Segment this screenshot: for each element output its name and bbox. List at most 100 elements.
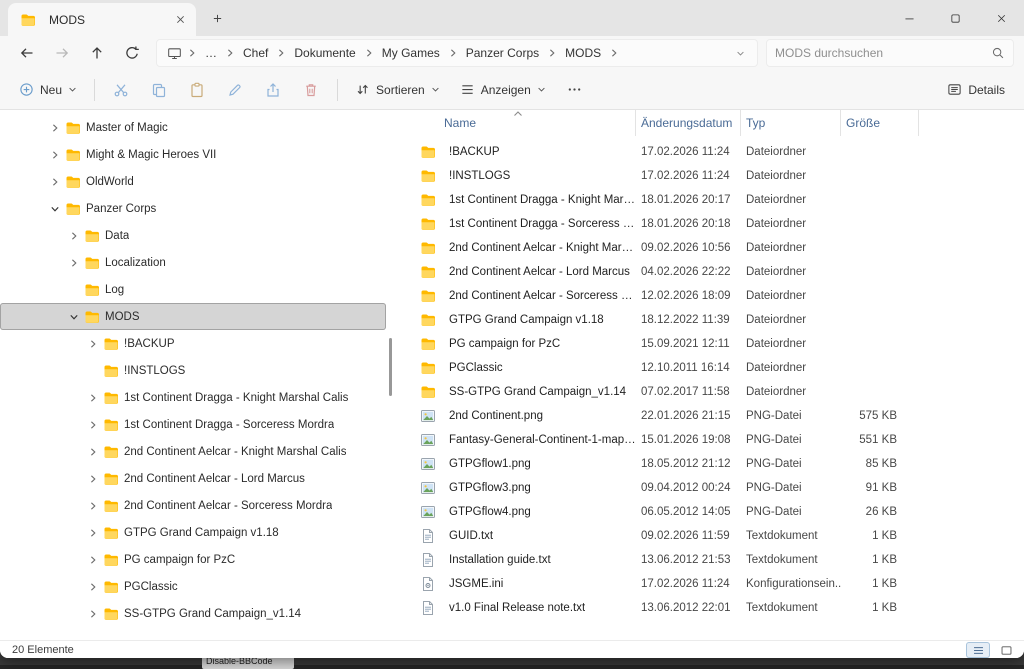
chevron-right-icon[interactable] [50,150,61,160]
copy-button[interactable] [141,75,177,105]
breadcrumb[interactable]: … Chef Dokumente My Games Panzer Corps MODS [156,39,758,67]
column-header-type[interactable]: Typ [741,110,841,136]
sidebar-item-1st-continent-dragga-knight-marshal-calis[interactable]: 1st Continent Dragga - Knight Marshal Ca… [0,384,386,411]
sidebar-item-localization[interactable]: Localization [0,249,386,276]
chevron-right-icon[interactable] [88,582,99,592]
column-header-size[interactable]: Größe [841,110,919,136]
sidebar-item-might-magic-heroes-vii[interactable]: Might & Magic Heroes VII [0,141,386,168]
minimize-button[interactable] [886,0,932,36]
rename-button[interactable] [217,75,253,105]
tab-close-icon[interactable] [170,10,190,30]
sidebar-item-pgclassic[interactable]: PGClassic [0,573,386,600]
new-button[interactable]: Neu [10,75,86,105]
file-row-gtpgflow4-png[interactable]: GTPGflow4.png 06.05.2012 14:05 PNG-Datei 26… [400,500,1024,524]
file-row-installation-guide-txt[interactable]: Installation guide.txt 13.06.2012 21:53 Te… [400,548,1024,572]
chevron-right-icon[interactable] [88,474,99,484]
sidebar-item-gtpg-grand-campaign-v1-18[interactable]: GTPG Grand Campaign v1.18 [0,519,386,546]
sidebar-item-backup[interactable]: !BACKUP [0,330,386,357]
sidebar-item-ss-gtpg-grand-campaign-v1-14[interactable]: SS-GTPG Grand Campaign_v1.14 [0,600,386,627]
new-tab-button[interactable] [204,5,230,31]
sidebar-item-log[interactable]: Log [0,276,386,303]
breadcrumb-chevron-icon[interactable] [546,48,558,58]
file-row-2nd-continent-png[interactable]: 2nd Continent.png 22.01.2026 21:15 PNG-Dat… [400,404,1024,428]
delete-button[interactable] [293,75,329,105]
breadcrumb-chevron-icon[interactable] [186,48,198,58]
paste-button[interactable] [179,75,215,105]
file-row-backup[interactable]: !BACKUP 17.02.2026 11:24 Dateiordner [400,140,1024,164]
forward-button[interactable] [45,39,78,67]
file-row-pg-campaign-for-pzc[interactable]: PG campaign for PzC 15.09.2021 12:11 Datei… [400,332,1024,356]
details-pane-button[interactable]: Details [938,75,1014,105]
sidebar-item-oldworld[interactable]: OldWorld [0,168,386,195]
file-row-pgclassic[interactable]: PGClassic 12.10.2011 16:14 Dateiordner [400,356,1024,380]
refresh-button[interactable] [115,39,148,67]
chevron-down-icon[interactable] [69,312,80,322]
chevron-right-icon[interactable] [88,393,99,403]
chevron-right-icon[interactable] [88,528,99,538]
file-row-gtpg-grand-campaign-v1-18[interactable]: GTPG Grand Campaign v1.18 18.12.2022 11:3… [400,308,1024,332]
sidebar-item-data[interactable]: Data [0,222,386,249]
sidebar-item-1st-continent-dragga-sorceress-mordra[interactable]: 1st Continent Dragga - Sorceress Mordra [0,411,386,438]
file-row-ss-gtpg-grand-campaign-v1-14[interactable]: SS-GTPG Grand Campaign_v1.14 07.02.2017 1… [400,380,1024,404]
sidebar-item-mods[interactable]: MODS [0,303,386,330]
column-header-date[interactable]: Änderungsdatum [636,110,741,136]
file-row-v1-0-final-release-note-txt[interactable]: v1.0 Final Release note.txt 13.06.2012 22… [400,596,1024,620]
chevron-right-icon[interactable] [69,258,80,268]
sidebar-item-2nd-continent-aelcar-sorceress-mordra[interactable]: 2nd Continent Aelcar - Sorceress Mordra [0,492,386,519]
thumbnails-view-button[interactable] [994,642,1018,658]
chevron-right-icon[interactable] [88,555,99,565]
cut-button[interactable] [103,75,139,105]
file-row-guid-txt[interactable]: GUID.txt 09.02.2026 11:59 Textdokument 1 KB [400,524,1024,548]
breadcrumb-chevron-icon[interactable] [363,48,375,58]
sort-button[interactable]: Sortieren [346,75,449,105]
file-row-gtpgflow1-png[interactable]: GTPGflow1.png 18.05.2012 21:12 PNG-Datei 85… [400,452,1024,476]
breadcrumb-chevron-icon[interactable] [275,48,287,58]
up-button[interactable] [80,39,113,67]
file-row-instlogs[interactable]: !INSTLOGS 17.02.2026 11:24 Dateiordner [400,164,1024,188]
breadcrumb-item-dokumente[interactable]: Dokumente [287,43,362,63]
chevron-right-icon[interactable] [88,501,99,511]
breadcrumb-item-chef[interactable]: Chef [236,43,275,63]
chevron-right-icon[interactable] [88,609,99,619]
chevron-right-icon[interactable] [88,339,99,349]
file-row-1st-continent-dragga-sorceress-mordra[interactable]: 1st Continent Dragga - Sorceress Mordra 1… [400,212,1024,236]
file-row-2nd-continent-aelcar-lord-marcus[interactable]: 2nd Continent Aelcar - Lord Marcus 04.02.… [400,260,1024,284]
address-dropdown-icon[interactable] [730,49,751,58]
search-box[interactable] [766,39,1014,67]
file-row-2nd-continent-aelcar-sorceress-mordra[interactable]: 2nd Continent Aelcar - Sorceress Mordra 1… [400,284,1024,308]
breadcrumb-item-mods[interactable]: MODS [558,43,608,63]
computer-icon[interactable] [163,46,186,61]
sidebar-scrollbar[interactable] [389,338,392,396]
share-button[interactable] [255,75,291,105]
breadcrumb-chevron-icon[interactable] [608,48,620,58]
column-header-name[interactable]: Name [400,110,636,136]
file-row-fantasy-general-continent-1-map-png[interactable]: Fantasy-General-Continent-1-map.png 15.01… [400,428,1024,452]
chevron-right-icon[interactable] [69,231,80,241]
sidebar-item-pg-campaign-for-pzc[interactable]: PG campaign for PzC [0,546,386,573]
details-view-button[interactable] [966,642,990,658]
back-button[interactable] [10,39,43,67]
sidebar-item-2nd-continent-aelcar-knight-marshal-calis[interactable]: 2nd Continent Aelcar - Knight Marshal Ca… [0,438,386,465]
file-row-2nd-continent-aelcar-knight-marshal-c[interactable]: 2nd Continent Aelcar - Knight Marshal C.… [400,236,1024,260]
chevron-right-icon[interactable] [88,420,99,430]
file-row-1st-continent-dragga-knight-marshal-c[interactable]: 1st Continent Dragga - Knight Marshal C.… [400,188,1024,212]
title-bar[interactable]: MODS [0,0,1024,36]
sidebar-item-2nd-continent-aelcar-lord-marcus[interactable]: 2nd Continent Aelcar - Lord Marcus [0,465,386,492]
chevron-right-icon[interactable] [88,447,99,457]
breadcrumb-overflow[interactable]: … [198,43,224,63]
breadcrumb-item-my-games[interactable]: My Games [375,43,447,63]
maximize-button[interactable] [932,0,978,36]
sidebar-item-master-of-magic[interactable]: Master of Magic [0,114,386,141]
breadcrumb-chevron-icon[interactable] [447,48,459,58]
chevron-right-icon[interactable] [50,123,61,133]
explorer-tab[interactable]: MODS [8,3,196,36]
search-input[interactable] [775,46,991,60]
sidebar-item-panzer-corps[interactable]: Panzer Corps [0,195,386,222]
file-row-gtpgflow3-png[interactable]: GTPGflow3.png 09.04.2012 00:24 PNG-Datei 91… [400,476,1024,500]
file-row-jsgme-ini[interactable]: JSGME.ini 17.02.2026 11:24 Konfigurationse… [400,572,1024,596]
breadcrumb-item-panzer-corps[interactable]: Panzer Corps [459,43,546,63]
chevron-down-icon[interactable] [50,204,61,214]
view-button[interactable]: Anzeigen [451,75,555,105]
sidebar-item-instlogs[interactable]: !INSTLOGS [0,357,386,384]
search-icon[interactable] [991,46,1005,60]
